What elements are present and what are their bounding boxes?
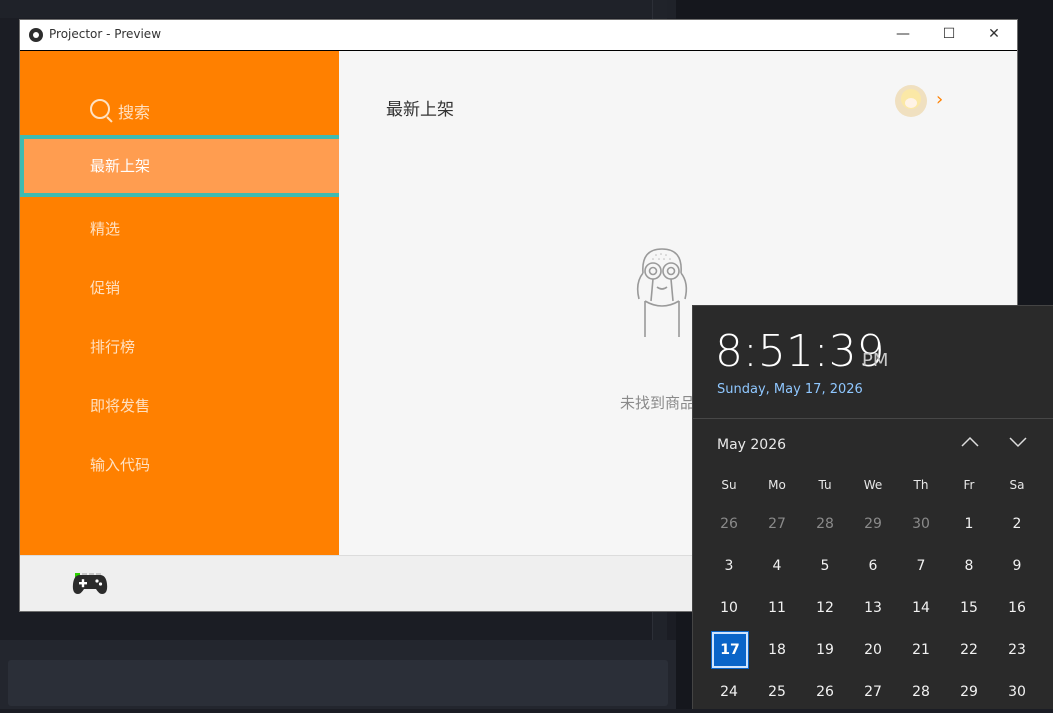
background-top-bar — [0, 0, 676, 18]
nav-item-redeem-code[interactable]: 输入代码 — [20, 434, 339, 496]
clock-ampm: PM — [862, 350, 889, 371]
calendar-day[interactable]: 7 — [897, 545, 945, 587]
nav-item-coming-soon[interactable]: 即将发售 — [20, 375, 339, 437]
nav-item-label: 输入代码 — [90, 456, 151, 474]
calendar-day[interactable]: 14 — [897, 587, 945, 629]
nav-item-sales[interactable]: 促销 — [20, 257, 339, 319]
calendar-day[interactable]: 21 — [897, 629, 945, 671]
weekday-label: We — [863, 478, 883, 492]
calendar-day[interactable]: 28 — [801, 503, 849, 545]
calendar-day[interactable]: 15 — [945, 587, 993, 629]
calendar-day[interactable]: 5 — [801, 545, 849, 587]
binoculars-girl-illustration — [636, 248, 688, 337]
clock-time: 8:51:39 — [715, 326, 885, 377]
calendar-day[interactable]: 29 — [945, 671, 993, 713]
avatar[interactable] — [895, 85, 927, 117]
calendar-day[interactable]: 16 — [993, 587, 1041, 629]
nav-item-label: 最新上架 — [90, 157, 151, 175]
nav-item-new-releases[interactable]: 最新上架 — [20, 135, 344, 197]
calendar-day[interactable]: 6 — [849, 545, 897, 587]
close-button[interactable]: ✕ — [971, 20, 1017, 50]
weekday-label: Th — [913, 478, 929, 492]
divider — [693, 418, 1053, 419]
calendar-day-today[interactable]: 17 — [705, 629, 753, 671]
calendar-day[interactable]: 23 — [993, 629, 1041, 671]
calendar-day[interactable]: 4 — [753, 545, 801, 587]
nav-item-label: 促销 — [90, 279, 121, 297]
calendar-day[interactable]: 30 — [993, 671, 1041, 713]
calendar-day[interactable]: 13 — [849, 587, 897, 629]
title-bar: Projector - Preview — ☐ ✕ — [20, 20, 1017, 51]
chevron-right-icon[interactable]: › — [936, 89, 943, 110]
weekday-label: Tu — [818, 478, 832, 492]
calendar-day[interactable]: 24 — [705, 671, 753, 713]
calendar-day[interactable]: 27 — [753, 503, 801, 545]
calendar-day[interactable]: 9 — [993, 545, 1041, 587]
maximize-button[interactable]: ☐ — [926, 20, 972, 50]
nav-item-featured[interactable]: 精选 — [20, 198, 339, 260]
calendar-day[interactable]: 20 — [849, 629, 897, 671]
calendar-day[interactable]: 28 — [897, 671, 945, 713]
empty-state-text: 未找到商品 — [620, 394, 696, 412]
background-input-area — [8, 660, 668, 706]
date-link[interactable]: Sunday, May 17, 2026 — [717, 382, 863, 397]
calendar-day[interactable]: 3 — [705, 545, 753, 587]
calendar-day[interactable]: 1 — [945, 503, 993, 545]
nav-item-rankings[interactable]: 排行榜 — [20, 316, 339, 378]
obs-app-icon — [29, 28, 43, 42]
previous-month-button[interactable] — [957, 433, 983, 455]
calendar-day[interactable]: 10 — [705, 587, 753, 629]
weekday-label: Mo — [768, 478, 786, 492]
today-label: 17 — [711, 631, 749, 669]
search-label: 搜索 — [118, 103, 151, 122]
chevron-up-icon — [961, 436, 979, 447]
calendar-day[interactable]: 29 — [849, 503, 897, 545]
calendar-day[interactable]: 11 — [753, 587, 801, 629]
nav-item-label: 精选 — [90, 220, 121, 238]
calendar-day[interactable]: 2 — [993, 503, 1041, 545]
calendar-day[interactable]: 22 — [945, 629, 993, 671]
calendar-day[interactable]: 26 — [801, 671, 849, 713]
calendar-day[interactable]: 27 — [849, 671, 897, 713]
calendar-day[interactable]: 26 — [705, 503, 753, 545]
next-month-button[interactable] — [1005, 433, 1031, 455]
calendar-day[interactable]: 12 — [801, 587, 849, 629]
search-icon — [90, 99, 110, 119]
calendar-day[interactable]: 19 — [801, 629, 849, 671]
gamepad-icon[interactable] — [72, 572, 108, 596]
weekday-label: Fr — [963, 478, 975, 492]
store-sidebar: 搜索 最新上架 精选 促销 排行榜 即将发售 输入代码 — [20, 51, 344, 555]
weekday-label: Su — [721, 478, 737, 492]
nav-item-label: 即将发售 — [90, 397, 151, 415]
calendar-day[interactable]: 30 — [897, 503, 945, 545]
chevron-down-icon — [1009, 437, 1027, 448]
nav-item-label: 排行榜 — [90, 338, 136, 356]
calendar-day[interactable]: 25 — [753, 671, 801, 713]
window-title: Projector - Preview — [49, 27, 162, 41]
calendar-flyout: 8:51:39 PM Sunday, May 17, 2026 May 2026… — [692, 305, 1053, 709]
weekday-label: Sa — [1009, 478, 1025, 492]
page-title: 最新上架 — [386, 100, 454, 120]
month-label[interactable]: May 2026 — [717, 437, 786, 453]
calendar-day[interactable]: 8 — [945, 545, 993, 587]
minimize-button[interactable]: — — [880, 20, 926, 50]
calendar-day[interactable]: 18 — [753, 629, 801, 671]
